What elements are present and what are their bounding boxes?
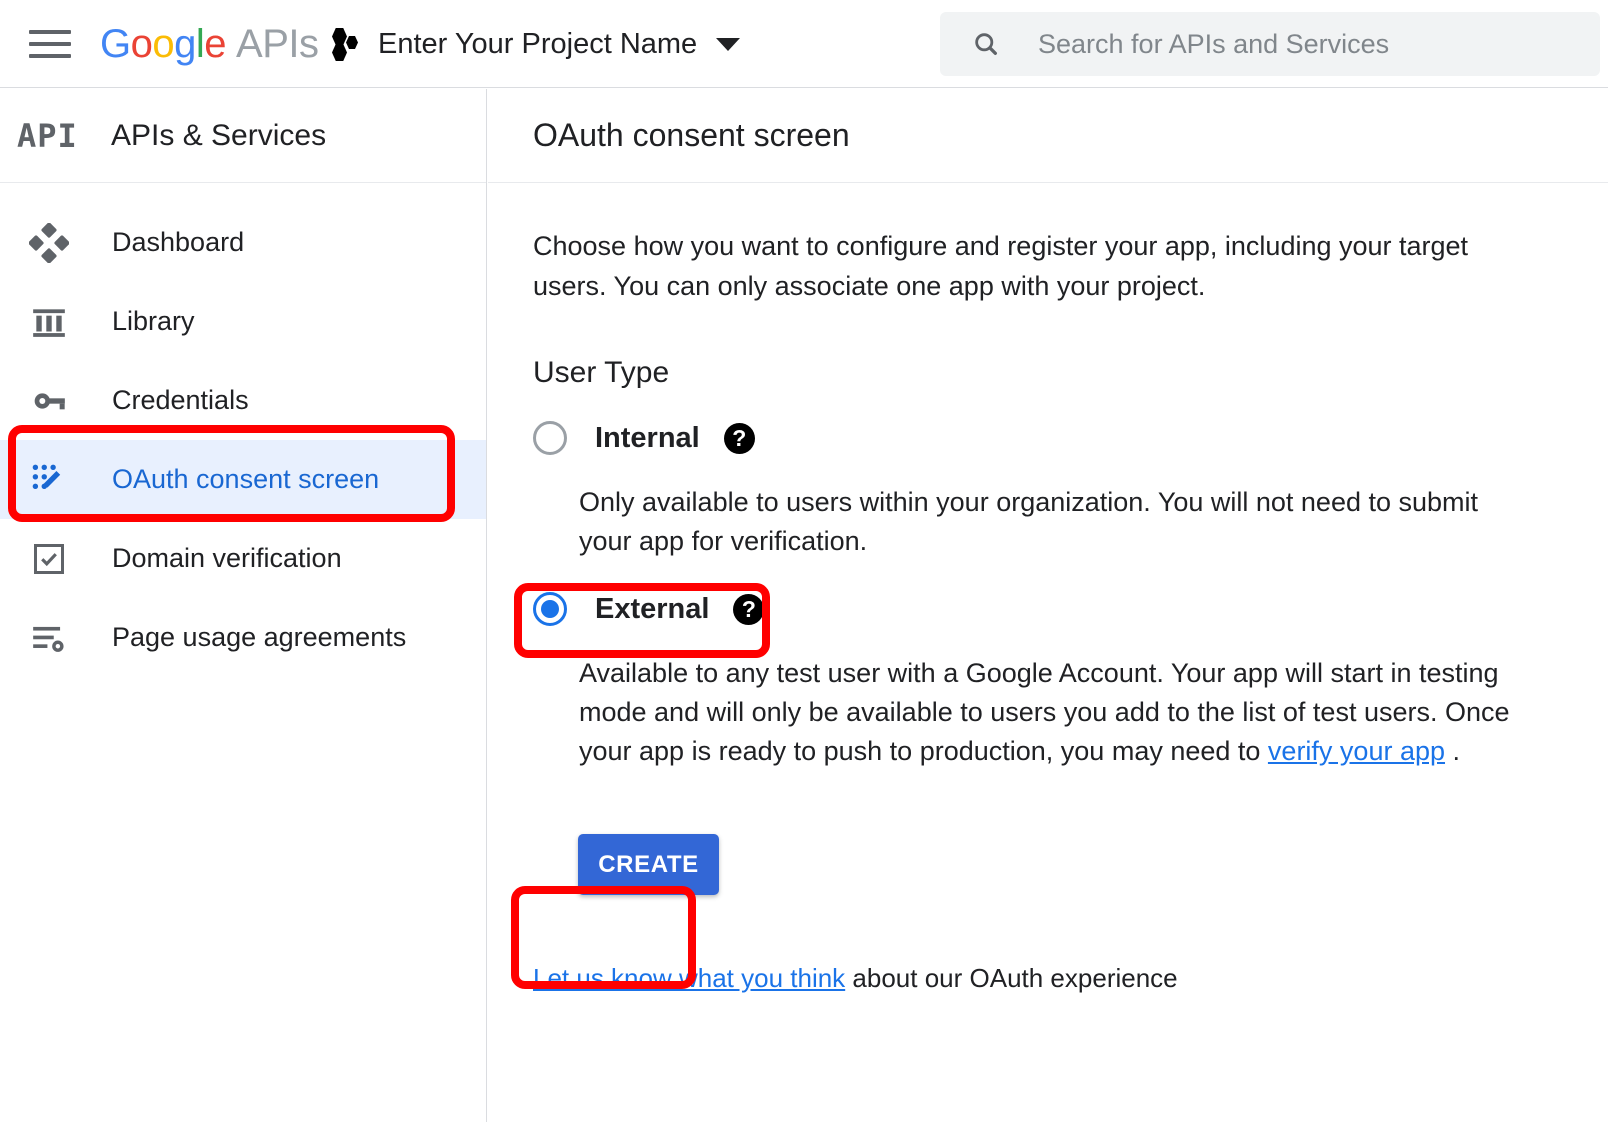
- project-selector[interactable]: Enter Your Project Name: [332, 22, 741, 66]
- logo-letter-l: l: [195, 22, 205, 66]
- user-type-heading: User Type: [533, 356, 670, 389]
- sidebar: API APIs & Services Dashboard Library Cr…: [0, 89, 487, 1122]
- logo-letter-o2: o: [152, 22, 175, 66]
- search-placeholder: Search for APIs and Services: [1038, 28, 1390, 59]
- logo-letter-g2: g: [174, 22, 196, 66]
- oauth-consent-icon: [26, 457, 72, 503]
- sidebar-nav: Dashboard Library Credentials OAuth cons…: [0, 183, 486, 677]
- radio-button-internal[interactable]: [533, 421, 567, 455]
- main-header: OAuth consent screen: [488, 89, 1608, 183]
- intro-text: Choose how you want to configure and reg…: [533, 231, 1469, 301]
- logo-apis-text: APIs: [236, 22, 319, 66]
- sidebar-header: API APIs & Services: [0, 89, 486, 183]
- sidebar-item-label: Dashboard: [112, 227, 245, 257]
- hamburger-bar: [29, 42, 71, 46]
- dashboard-diamond-icon: [26, 220, 72, 266]
- internal-label: Internal: [595, 421, 700, 454]
- feedback-line: Let us know what you think about our OAu…: [533, 963, 1563, 994]
- project-hexagons-icon: [332, 28, 366, 61]
- help-question-icon[interactable]: ?: [723, 422, 755, 454]
- sidebar-item-label: Library: [112, 306, 195, 336]
- create-button[interactable]: CREATE: [578, 834, 719, 895]
- sidebar-item-library[interactable]: Library: [0, 282, 486, 361]
- hamburger-bar: [29, 30, 71, 34]
- hamburger-bar: [29, 54, 71, 58]
- internal-radio-option[interactable]: Internal ?: [533, 411, 755, 465]
- external-description: Available to any test user with a Google…: [579, 654, 1529, 771]
- sidebar-item-page-usage-agreements[interactable]: Page usage agreements: [0, 598, 486, 677]
- main-content: OAuth consent screen Choose how you want…: [488, 89, 1608, 1122]
- search-icon: [975, 33, 997, 55]
- google-apis-logo[interactable]: Google APIs: [100, 19, 319, 69]
- top-app-bar: Google APIs Enter Your Project Name Searc…: [0, 0, 1608, 88]
- content-body: Choose how you want to configure and reg…: [488, 226, 1608, 994]
- external-description-tail: .: [1445, 736, 1461, 766]
- logo-letter-e: e: [204, 22, 227, 66]
- hexagon-shape: [332, 44, 347, 61]
- key-icon: [26, 378, 72, 424]
- radio-dot: [541, 600, 559, 618]
- hamburger-menu-icon[interactable]: [29, 28, 71, 60]
- help-question-icon[interactable]: ?: [733, 593, 765, 625]
- logo-letter-o1: o: [130, 22, 153, 66]
- feedback-link[interactable]: Let us know what you think: [533, 963, 845, 993]
- sidebar-item-domain-verification[interactable]: Domain verification: [0, 519, 486, 598]
- library-icon: [26, 299, 72, 345]
- sidebar-item-label: Page usage agreements: [112, 622, 407, 652]
- external-label: External: [595, 592, 710, 625]
- chevron-down-icon: [716, 37, 741, 51]
- api-badge-icon: API: [17, 116, 78, 155]
- page-title: OAuth consent screen: [533, 117, 850, 153]
- radio-button-external[interactable]: [533, 592, 567, 626]
- internal-description: Only available to users within your orga…: [579, 487, 1479, 556]
- sidebar-item-oauth-consent-screen[interactable]: OAuth consent screen: [0, 440, 486, 519]
- hexagon-shape: [346, 36, 358, 49]
- feedback-rest: about our OAuth experience: [845, 963, 1178, 993]
- hexagon-shape: [332, 28, 347, 45]
- sidebar-title: APIs & Services: [111, 118, 327, 152]
- radio-dot: [541, 429, 559, 447]
- logo-letter-g: G: [100, 22, 131, 66]
- sidebar-item-label: OAuth consent screen: [112, 464, 380, 494]
- sidebar-item-label: Credentials: [112, 385, 249, 415]
- verify-your-app-link[interactable]: verify your app: [1268, 736, 1445, 766]
- list-settings-icon: [26, 615, 72, 661]
- sidebar-item-credentials[interactable]: Credentials: [0, 361, 486, 440]
- search-input[interactable]: Search for APIs and Services: [940, 12, 1600, 76]
- sidebar-item-label: Domain verification: [112, 543, 342, 573]
- sidebar-item-dashboard[interactable]: Dashboard: [0, 203, 486, 282]
- external-radio-option[interactable]: External ?: [533, 582, 765, 636]
- checkbox-icon: [26, 536, 72, 582]
- project-name-label: Enter Your Project Name: [378, 27, 698, 60]
